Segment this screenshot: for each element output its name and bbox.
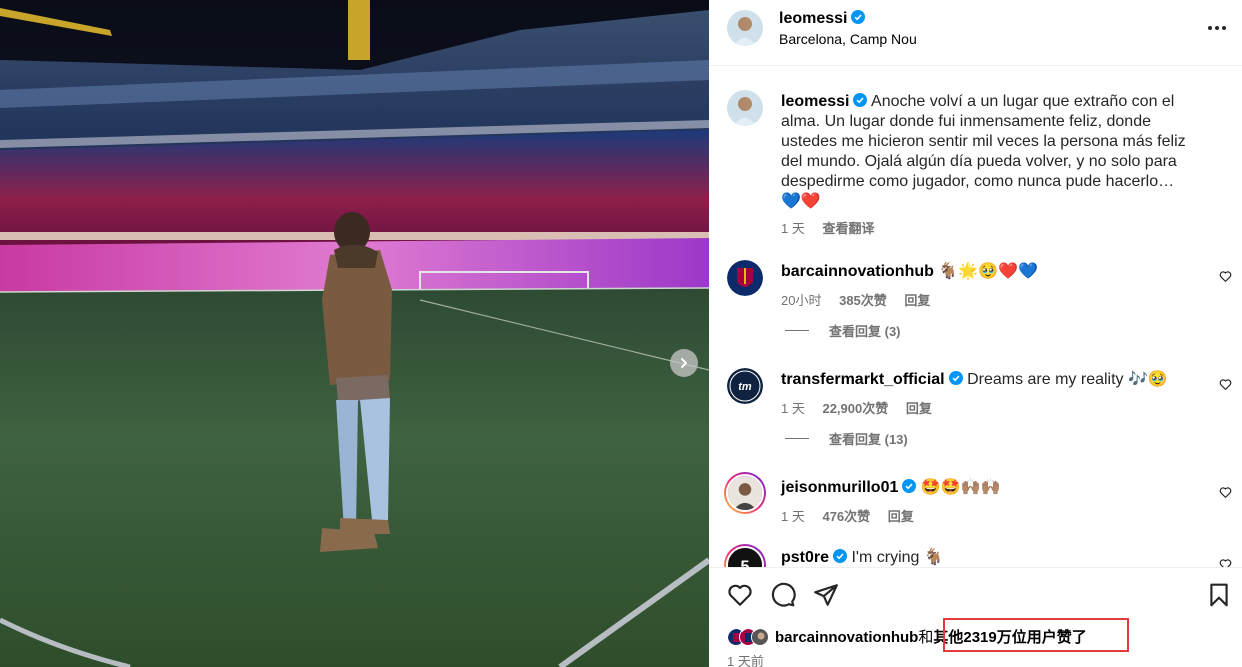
- posted-time: 1 天前: [727, 654, 764, 667]
- avatar[interactable]: 5: [724, 544, 766, 567]
- stadium-photo: [0, 0, 709, 667]
- translate-link[interactable]: 查看翻译: [822, 221, 874, 236]
- comment-text-block: jeisonmurillo01 🤩🤩🙌🏽🙌🏽: [781, 478, 1210, 498]
- svg-text:tm: tm: [738, 381, 752, 393]
- avatar[interactable]: [727, 10, 763, 46]
- comment-time: 1 天: [781, 401, 805, 416]
- caption-username[interactable]: leomessi: [781, 93, 849, 110]
- share-icon[interactable]: [813, 582, 839, 608]
- verified-icon: [948, 371, 963, 385]
- next-photo-button[interactable]: [670, 349, 698, 377]
- bookmark-icon[interactable]: [1206, 582, 1232, 608]
- comment-text: 🐐🌟🥹❤️💙: [938, 263, 1038, 280]
- svg-text:5: 5: [741, 557, 750, 567]
- comment-text-block: pst0re I'm crying 🐐: [781, 548, 1210, 567]
- caption-time: 1 天: [781, 221, 805, 236]
- avatar[interactable]: [727, 260, 763, 296]
- comment-text: 🤩🤩🙌🏽🙌🏽: [920, 479, 1001, 496]
- heart-icon[interactable]: [1219, 486, 1232, 499]
- post-header: leomessi Barcelona, Camp Nou: [709, 0, 1242, 66]
- reply-button[interactable]: 回复: [888, 509, 914, 524]
- post-panel: leomessi Barcelona, Camp Nou leomessi An…: [709, 0, 1242, 667]
- comment-likes[interactable]: 385次赞: [839, 293, 887, 308]
- comment-text: I'm crying 🐐: [851, 549, 944, 566]
- view-replies-button[interactable]: 查看回复 (13): [785, 429, 908, 448]
- caption-text-block: leomessi Anoche volví a un lugar que ext…: [781, 92, 1210, 212]
- comment-username[interactable]: jeisonmurillo01: [781, 479, 898, 496]
- comment-time: 1 天: [781, 509, 805, 524]
- likes-joiner: 和: [918, 629, 934, 646]
- reply-button[interactable]: 回复: [906, 401, 932, 416]
- heart-icon[interactable]: [1219, 270, 1232, 283]
- comment-meta: 1 天 22,900次赞 回复: [781, 398, 946, 417]
- comment-text-block: barcainnovationhub 🐐🌟🥹❤️💙: [781, 262, 1210, 282]
- comment-text: Dreams are my reality 🎶🥹: [967, 371, 1168, 388]
- comment-username[interactable]: barcainnovationhub: [781, 263, 934, 280]
- caption-emoji: 💙❤️: [781, 193, 821, 210]
- caption-meta: 1 天 查看翻译: [781, 218, 888, 237]
- comment-meta: 1 天 476次赞 回复: [781, 506, 928, 525]
- comment-text-block: transfermarkt_official Dreams are my rea…: [781, 370, 1210, 390]
- heart-icon[interactable]: [1219, 558, 1232, 567]
- verified-icon: [902, 479, 917, 493]
- chevron-right-icon: [681, 358, 687, 368]
- comment-meta: 20小时 385次赞 回复: [781, 290, 944, 309]
- comment-icon[interactable]: [770, 582, 796, 608]
- avatar[interactable]: tm: [727, 368, 763, 404]
- comment-username[interactable]: pst0re: [781, 549, 829, 566]
- view-replies-button[interactable]: 查看回复 (3): [785, 321, 901, 340]
- avatar[interactable]: [724, 472, 766, 514]
- verified-icon: [851, 10, 866, 24]
- post-location[interactable]: Barcelona, Camp Nou: [779, 31, 917, 47]
- verified-icon: [833, 549, 848, 563]
- heart-icon[interactable]: [727, 582, 753, 608]
- comment-time: 20小时: [781, 293, 822, 308]
- first-liker[interactable]: barcainnovationhub: [775, 629, 918, 646]
- comment-likes[interactable]: 22,900次赞: [822, 401, 888, 416]
- highlight-box: [943, 618, 1129, 652]
- post-photo: [0, 0, 709, 667]
- comment-username[interactable]: transfermarkt_official: [781, 371, 945, 388]
- action-bar: barcainnovationhub和其他2319万位用户赞了 1 天前: [709, 567, 1242, 667]
- more-icon[interactable]: [1205, 18, 1229, 38]
- comments-list[interactable]: leomessi Anoche volví a un lugar que ext…: [709, 67, 1242, 567]
- heart-icon[interactable]: [1219, 378, 1232, 391]
- avatar[interactable]: [727, 90, 763, 126]
- reply-button[interactable]: 回复: [904, 293, 930, 308]
- verified-icon: [853, 93, 868, 107]
- post-username[interactable]: leomessi: [779, 10, 866, 28]
- comment-likes[interactable]: 476次赞: [822, 509, 870, 524]
- liker-avatar: [751, 627, 769, 646]
